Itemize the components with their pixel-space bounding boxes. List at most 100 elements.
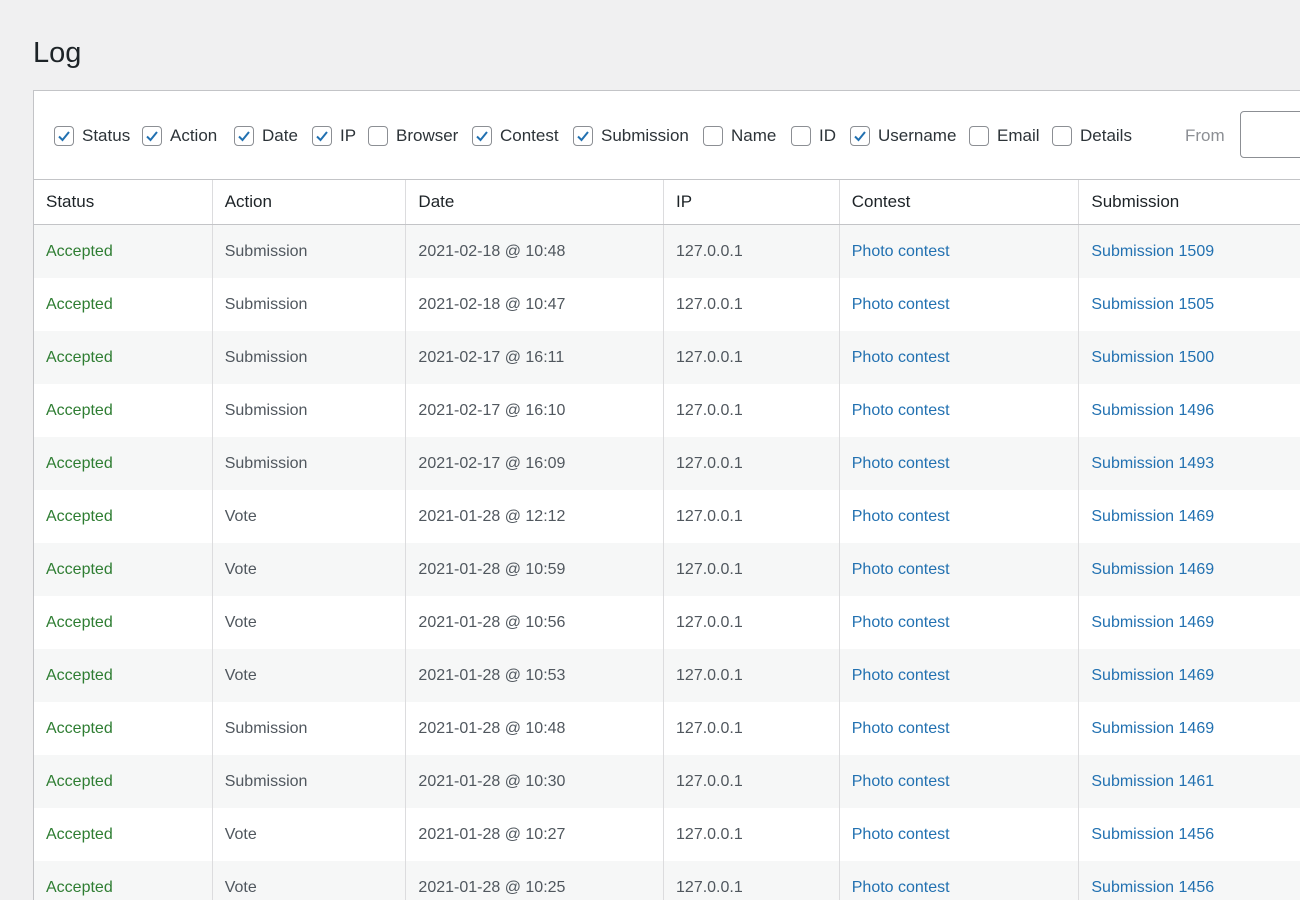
checkbox[interactable] <box>142 126 162 146</box>
status-cell-container: Accepted <box>34 649 213 702</box>
date-cell-container: 2021-01-28 @ 10:48 <box>406 702 665 755</box>
status-cell: Accepted <box>46 242 113 260</box>
date-cell-container: 2021-02-18 @ 10:47 <box>406 278 665 331</box>
page: Log Status Action Date IP Browser Contes… <box>0 0 1300 900</box>
ip-cell: 127.0.0.1 <box>676 242 743 260</box>
status-cell: Accepted <box>46 295 113 313</box>
date-cell-container: 2021-01-28 @ 10:25 <box>406 861 665 900</box>
action-cell: Vote <box>224 613 257 631</box>
status-cell-container: Accepted <box>34 384 213 437</box>
contest-link[interactable]: Photo contest <box>852 243 950 261</box>
column-header-ip[interactable]: IP <box>664 180 840 224</box>
submission-link[interactable]: Submission 1496 <box>1091 402 1214 420</box>
filter-submission[interactable]: Submission <box>573 125 689 147</box>
from-date-input[interactable] <box>1240 111 1300 158</box>
ip-cell-container: 127.0.0.1 <box>664 384 840 437</box>
table-row: Accepted Submission 2021-02-18 @ 10:48 127.… <box>34 225 1300 278</box>
ip-cell: 127.0.0.1 <box>676 613 743 631</box>
action-cell-container: Vote <box>213 861 407 900</box>
contest-link-container: Photo contest <box>840 702 1080 755</box>
column-header-submission[interactable]: Submission <box>1079 180 1300 224</box>
filter-label: Email <box>997 126 1040 145</box>
submission-link[interactable]: Submission 1469 <box>1091 720 1214 738</box>
ip-cell-container: 127.0.0.1 <box>664 861 840 900</box>
date-cell: 2021-01-28 @ 10:48 <box>418 719 566 737</box>
contest-link[interactable]: Photo contest <box>852 826 950 844</box>
column-header-action[interactable]: Action <box>213 180 407 224</box>
checkbox[interactable] <box>791 126 811 146</box>
status-cell: Accepted <box>46 454 113 472</box>
submission-link[interactable]: Submission 1505 <box>1091 296 1214 314</box>
filter-label: ID <box>819 126 836 145</box>
filter-email[interactable]: Email <box>969 125 1040 147</box>
status-cell-container: Accepted <box>34 861 213 900</box>
column-header-date[interactable]: Date <box>406 180 665 224</box>
table-row: Accepted Submission 2021-02-17 @ 16:11 127.… <box>34 331 1300 384</box>
contest-link[interactable]: Photo contest <box>852 879 950 897</box>
submission-link-container: Submission 1505 <box>1079 278 1300 331</box>
submission-link-container: Submission 1456 <box>1079 808 1300 861</box>
ip-cell: 127.0.0.1 <box>676 666 743 684</box>
contest-link[interactable]: Photo contest <box>852 667 950 685</box>
filter-browser[interactable]: Browser <box>368 125 458 147</box>
submission-link[interactable]: Submission 1469 <box>1091 614 1214 632</box>
contest-link[interactable]: Photo contest <box>852 720 950 738</box>
date-cell: 2021-02-17 @ 16:09 <box>418 454 566 472</box>
table-row: Accepted Submission 2021-01-28 @ 10:48 127.… <box>34 702 1300 755</box>
checkbox[interactable] <box>850 126 870 146</box>
submission-link-container: Submission 1493 <box>1079 437 1300 490</box>
filter-details[interactable]: Details <box>1052 125 1132 147</box>
column-header-contest[interactable]: Contest <box>840 180 1080 224</box>
status-cell-container: Accepted <box>34 331 213 384</box>
contest-link[interactable]: Photo contest <box>852 455 950 473</box>
filter-action[interactable]: Action <box>142 125 217 147</box>
submission-link[interactable]: Submission 1456 <box>1091 826 1214 844</box>
checkbox[interactable] <box>234 126 254 146</box>
table-row: Accepted Submission 2021-01-28 @ 10:30 127.… <box>34 755 1300 808</box>
date-cell: 2021-02-17 @ 16:11 <box>418 348 565 366</box>
submission-link[interactable]: Submission 1461 <box>1091 773 1214 791</box>
submission-link[interactable]: Submission 1456 <box>1091 879 1214 897</box>
checkmark-icon <box>238 131 250 142</box>
table-row: Accepted Submission 2021-02-18 @ 10:47 127.… <box>34 278 1300 331</box>
submission-link[interactable]: Submission 1500 <box>1091 349 1214 367</box>
filter-username[interactable]: Username <box>850 125 956 147</box>
submission-link[interactable]: Submission 1469 <box>1091 667 1214 685</box>
contest-link[interactable]: Photo contest <box>852 773 950 791</box>
page-title: Log <box>33 37 82 69</box>
filter-id[interactable]: ID <box>791 125 836 147</box>
contest-link[interactable]: Photo contest <box>852 508 950 526</box>
filter-date[interactable]: Date <box>234 125 298 147</box>
checkbox[interactable] <box>312 126 332 146</box>
checkbox[interactable] <box>368 126 388 146</box>
filter-name[interactable]: Name <box>703 125 776 147</box>
checkbox[interactable] <box>472 126 492 146</box>
contest-link[interactable]: Photo contest <box>852 349 950 367</box>
checkmark-icon <box>316 131 328 142</box>
filter-label: IP <box>340 126 357 145</box>
filter-ip[interactable]: IP <box>312 125 356 147</box>
contest-link[interactable]: Photo contest <box>852 614 950 632</box>
date-cell-container: 2021-02-17 @ 16:09 <box>406 437 665 490</box>
table-row: Accepted Vote 2021-01-28 @ 10:27 127.0.0.1 P… <box>34 808 1300 861</box>
filter-status[interactable]: Status <box>54 125 130 147</box>
checkbox[interactable] <box>703 126 723 146</box>
date-cell-container: 2021-01-28 @ 10:56 <box>406 596 665 649</box>
contest-link[interactable]: Photo contest <box>852 402 950 420</box>
submission-link[interactable]: Submission 1469 <box>1091 561 1214 579</box>
contest-link[interactable]: Photo contest <box>852 296 950 314</box>
contest-link-container: Photo contest <box>840 278 1080 331</box>
action-cell-container: Submission <box>213 437 407 490</box>
action-cell: Vote <box>224 560 257 578</box>
checkbox[interactable] <box>573 126 593 146</box>
checkbox[interactable] <box>1052 126 1072 146</box>
status-cell-container: Accepted <box>34 755 213 808</box>
filter-contest[interactable]: Contest <box>472 125 559 147</box>
contest-link[interactable]: Photo contest <box>852 561 950 579</box>
checkbox[interactable] <box>54 126 74 146</box>
submission-link[interactable]: Submission 1493 <box>1091 455 1214 473</box>
submission-link[interactable]: Submission 1509 <box>1091 243 1214 261</box>
submission-link[interactable]: Submission 1469 <box>1091 508 1214 526</box>
checkbox[interactable] <box>969 126 989 146</box>
column-header-status[interactable]: Status <box>34 180 213 224</box>
